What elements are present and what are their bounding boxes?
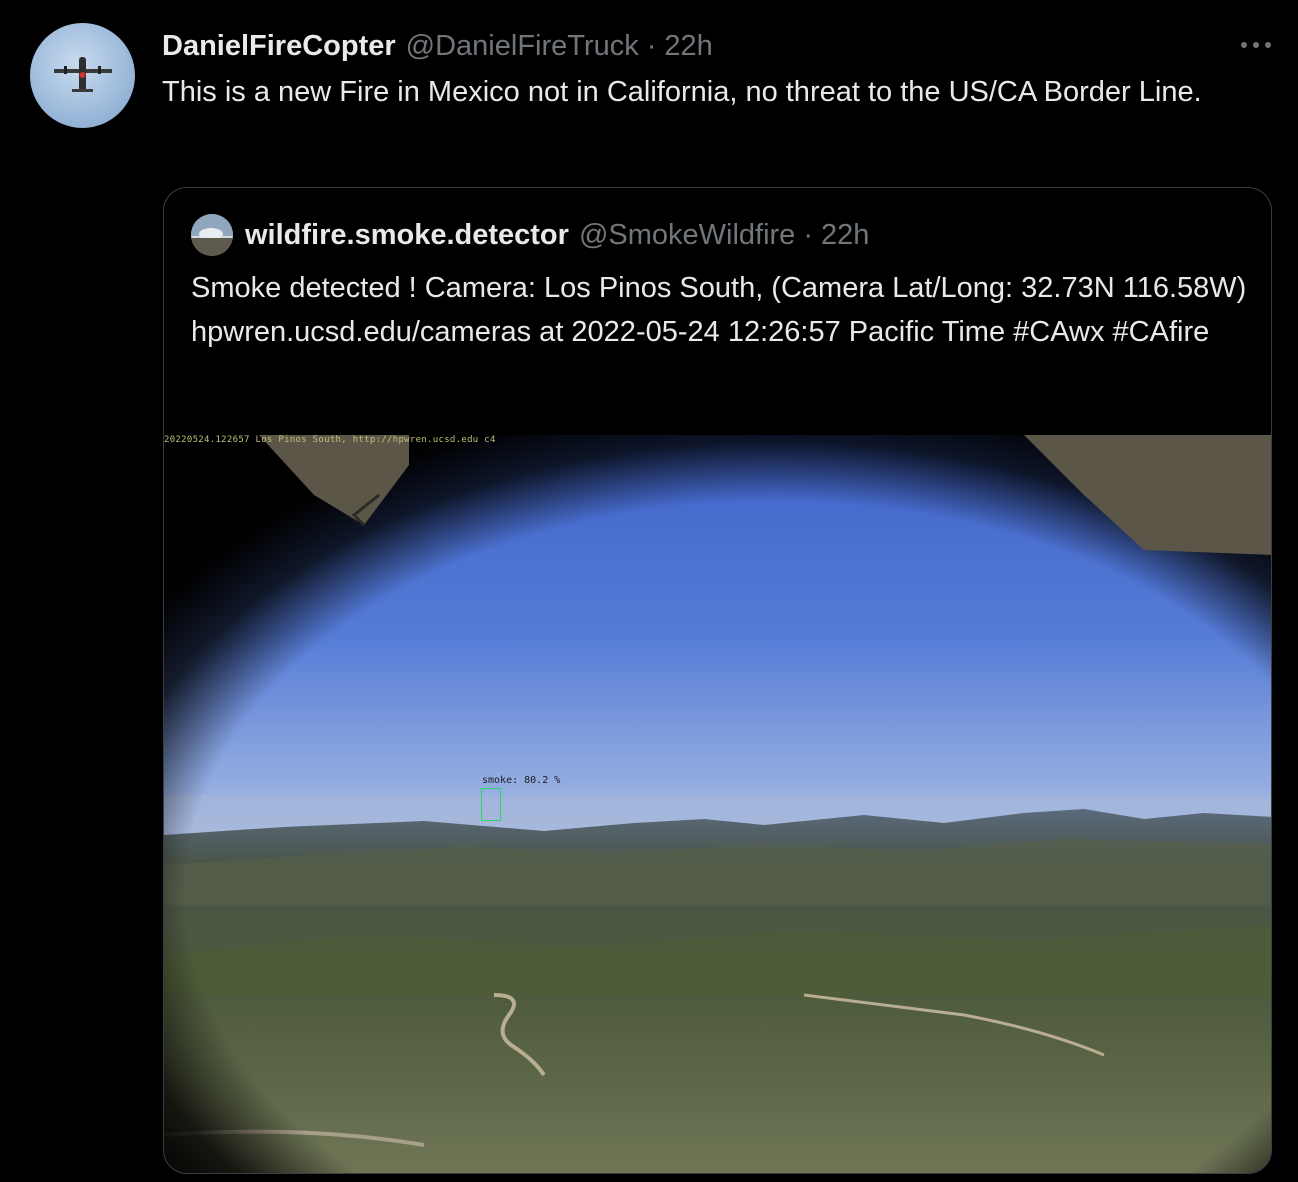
separator-dot: · [646, 30, 657, 62]
author-name[interactable]: DanielFireCopter [162, 26, 396, 66]
quoted-author-handle[interactable]: @SmokeWildfire [579, 219, 795, 252]
quoted-author-name[interactable]: wildfire.smoke.detector [245, 219, 569, 252]
quoted-time[interactable]: 22h [821, 219, 869, 252]
quoted-separator-dot: · [803, 218, 813, 251]
airplane-icon [54, 57, 112, 92]
camera-image[interactable]: 20220524.122657 Los Pinos South, http://… [164, 435, 1271, 1173]
camera-caption: 20220524.122657 Los Pinos South, http://… [164, 435, 496, 445]
quoted-text: Smoke detected ! Camera: Los Pinos South… [191, 272, 1247, 348]
more-options-button[interactable] [1236, 30, 1276, 60]
detection-label: smoke: 80.2 % [482, 775, 561, 786]
smoke-icon [191, 214, 233, 256]
author-handle[interactable]: @DanielFireTruck [406, 26, 639, 66]
quoted-tweet[interactable]: wildfire.smoke.detector @SmokeWildfire ·… [163, 187, 1272, 1174]
more-horizontal-icon [1241, 42, 1271, 48]
quoted-header: wildfire.smoke.detector @SmokeWildfire ·… [191, 214, 869, 256]
author-avatar[interactable] [30, 23, 135, 128]
quoted-avatar[interactable] [191, 214, 233, 256]
tweet-time[interactable]: 22h [664, 26, 712, 66]
camera-photo [164, 435, 1271, 1173]
tweet-text: This is a new Fire in Mexico not in Cali… [162, 76, 1202, 108]
tweet-header: DanielFireCopter @DanielFireTruck · 22h [162, 26, 713, 66]
detection-box [481, 788, 501, 821]
